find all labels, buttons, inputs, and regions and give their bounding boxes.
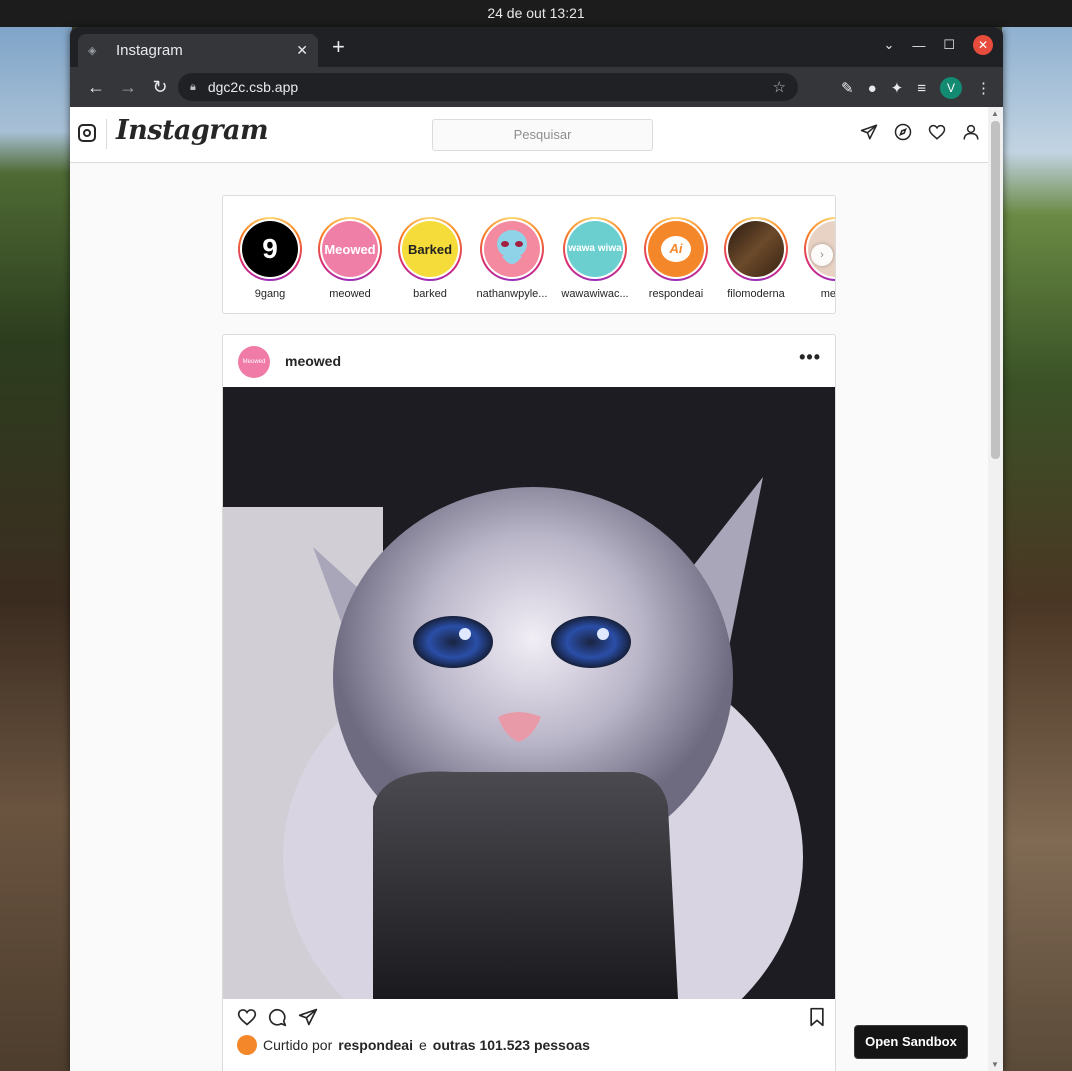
liked-by-line: Curtido por respondeai e outras 101.523 … bbox=[237, 1035, 590, 1055]
post-actions-bar bbox=[223, 999, 835, 1035]
page-viewport: Instagram Pesquisar 9 9gang Meowed meowe… bbox=[70, 107, 988, 1071]
wallpaper-right-strip bbox=[1002, 27, 1072, 1071]
activity-heart-icon[interactable] bbox=[928, 123, 946, 141]
story-username: respondeai bbox=[648, 288, 704, 300]
post-author-username[interactable]: meowed bbox=[285, 353, 341, 369]
story-respondeai[interactable]: Ai respondeai bbox=[636, 217, 716, 300]
story-wawawiwac[interactable]: wawa wiwa wawawiwac... bbox=[555, 217, 635, 300]
story-9gang[interactable]: 9 9gang bbox=[230, 217, 310, 300]
media-control-icon[interactable]: ≡ bbox=[917, 80, 926, 97]
liked-others-link[interactable]: outras 101.523 pessoas bbox=[433, 1037, 590, 1053]
minimize-icon[interactable]: — bbox=[912, 38, 925, 53]
tab-search-icon[interactable]: ⌄ bbox=[883, 37, 894, 53]
liker-avatar[interactable] bbox=[237, 1035, 257, 1055]
story-filomoderna[interactable]: filomoderna bbox=[716, 217, 796, 300]
tab-instagram[interactable]: ◈ Instagram ✕ bbox=[78, 34, 318, 67]
story-username: 9gang bbox=[254, 288, 286, 300]
lock-icon[interactable]: 🔒︎ bbox=[190, 81, 196, 94]
scroll-up-arrow-icon[interactable]: ▲ bbox=[991, 109, 999, 118]
url-text[interactable]: dgc2c.csb.app bbox=[208, 79, 773, 95]
story-avatar: wawa wiwa bbox=[567, 221, 623, 277]
story-username: meme bbox=[820, 288, 836, 300]
story-meowed[interactable]: Meowed meowed bbox=[310, 217, 390, 300]
wallpaper-left-strip bbox=[0, 27, 72, 1071]
story-nathanwpyle[interactable]: nathanwpyle... bbox=[472, 217, 552, 300]
feed-post: Meowed meowed ••• Curtido por respondeai… bbox=[222, 334, 836, 1071]
scroll-down-arrow-icon[interactable]: ▼ bbox=[991, 1060, 999, 1069]
address-bar[interactable]: 🔒︎ dgc2c.csb.app ☆ bbox=[178, 73, 798, 101]
like-heart-icon[interactable] bbox=[237, 1007, 257, 1027]
story-username: barked bbox=[413, 288, 447, 300]
post-header: Meowed meowed ••• bbox=[223, 335, 835, 387]
liked-user-link[interactable]: respondeai bbox=[338, 1037, 413, 1053]
menu-kebab-icon[interactable]: ⋮ bbox=[976, 79, 991, 97]
post-options-icon[interactable]: ••• bbox=[799, 347, 821, 368]
tab-title: Instagram bbox=[116, 42, 183, 59]
direct-send-icon[interactable] bbox=[860, 123, 878, 141]
puzzle-extensions-icon[interactable]: ✦ bbox=[891, 79, 904, 97]
story-username: wawawiwac... bbox=[561, 288, 629, 300]
system-clock[interactable]: 24 de out 13:21 bbox=[487, 5, 584, 21]
window-close-icon[interactable]: ✕ bbox=[973, 35, 993, 55]
site-favicon-icon: ◈ bbox=[88, 45, 97, 57]
bookmark-star-icon[interactable]: ☆ bbox=[773, 78, 786, 96]
window-controls: ⌄ — ☐ ✕ bbox=[883, 35, 993, 55]
story-username: filomoderna bbox=[727, 288, 785, 300]
tab-strip: ◈ Instagram ✕ + ⌄ — ☐ ✕ bbox=[70, 27, 1003, 67]
browser-window: ◈ Instagram ✕ + ⌄ — ☐ ✕ ← → ↻ 🔒︎ dgc2c.c… bbox=[70, 27, 1003, 1071]
header-divider bbox=[106, 119, 107, 149]
maximize-icon[interactable]: ☐ bbox=[943, 37, 955, 53]
explore-compass-icon[interactable] bbox=[894, 123, 912, 141]
story-avatar: Meowed bbox=[322, 221, 378, 277]
story-avatar: Barked bbox=[402, 221, 458, 277]
liked-mid: e bbox=[418, 1037, 427, 1053]
scrollbar-thumb[interactable] bbox=[991, 121, 1000, 459]
share-send-icon[interactable] bbox=[298, 1007, 318, 1027]
color-extension-icon[interactable]: ● bbox=[868, 80, 877, 97]
post-photo-cat[interactable] bbox=[223, 387, 835, 999]
liked-prefix: Curtido por bbox=[263, 1037, 333, 1053]
tab-close-icon[interactable]: ✕ bbox=[296, 42, 308, 59]
profile-avatar[interactable]: V bbox=[940, 77, 962, 99]
save-bookmark-icon[interactable] bbox=[807, 1007, 827, 1027]
header-icons bbox=[860, 123, 980, 141]
reload-icon[interactable]: ↻ bbox=[144, 77, 176, 98]
story-username: nathanwpyle... bbox=[476, 288, 548, 300]
page-scrollbar[interactable]: ▲ ▼ bbox=[988, 107, 1003, 1071]
story-avatar: Ai bbox=[648, 221, 704, 277]
story-avatar bbox=[484, 221, 540, 277]
instagram-wordmark[interactable]: Instagram bbox=[116, 115, 269, 146]
story-avatar bbox=[728, 221, 784, 277]
forward-icon[interactable]: → bbox=[112, 77, 144, 98]
story-avatar: 9 bbox=[242, 221, 298, 277]
comment-bubble-icon[interactable] bbox=[267, 1007, 287, 1027]
post-author-avatar[interactable]: Meowed bbox=[238, 346, 270, 378]
stories-tray: 9 9gang Meowed meowed Barked barked nath… bbox=[222, 195, 836, 314]
new-tab-button[interactable]: + bbox=[332, 36, 345, 58]
story-barked[interactable]: Barked barked bbox=[390, 217, 470, 300]
profile-user-icon[interactable] bbox=[962, 123, 980, 141]
story-username: meowed bbox=[329, 288, 371, 300]
extensions-area: ✎ ● ✦ ≡ V ⋮ bbox=[841, 77, 991, 99]
system-top-bar: 24 de out 13:21 bbox=[0, 0, 1072, 27]
instagram-header: Instagram Pesquisar bbox=[70, 107, 988, 163]
back-icon[interactable]: ← bbox=[80, 77, 112, 98]
search-input[interactable]: Pesquisar bbox=[432, 119, 653, 151]
instagram-camera-icon[interactable] bbox=[78, 124, 96, 142]
stories-next-arrow-icon[interactable]: › bbox=[811, 244, 833, 266]
open-sandbox-button[interactable]: Open Sandbox bbox=[854, 1025, 968, 1059]
browser-toolbar: ← → ↻ 🔒︎ dgc2c.csb.app ☆ ✎ ● ✦ ≡ V ⋮ bbox=[70, 67, 1003, 107]
pen-extension-icon[interactable]: ✎ bbox=[841, 79, 854, 97]
